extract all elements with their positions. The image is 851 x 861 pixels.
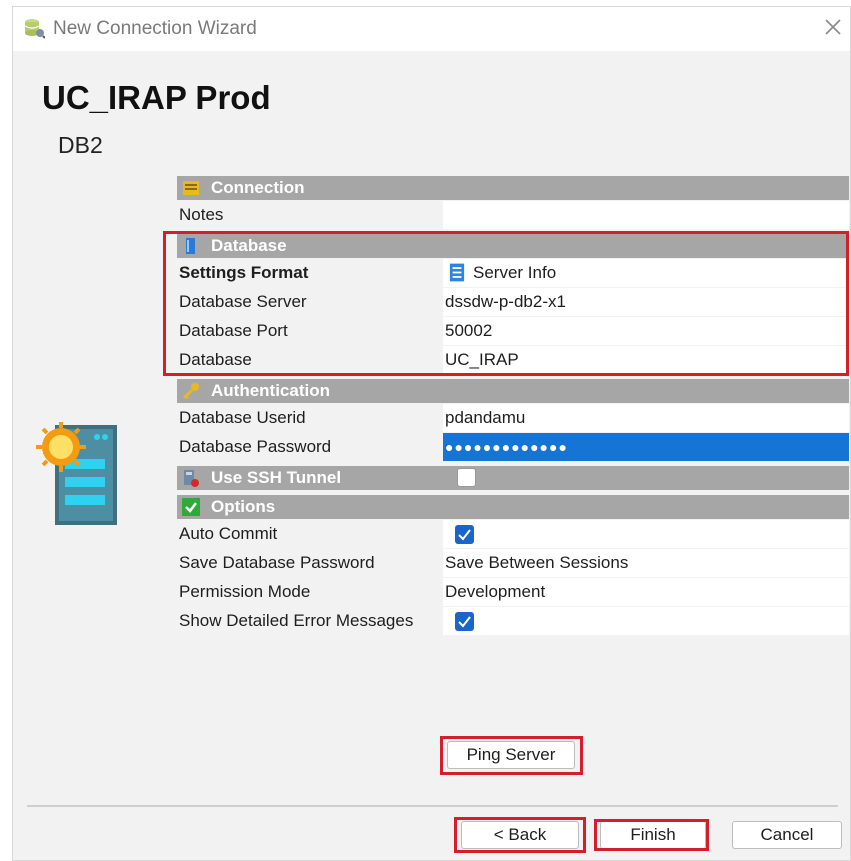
ssh-tunnel-icon bbox=[184, 470, 199, 487]
wizard-window: New Connection Wizard UC_IRAP Prod DB2 C… bbox=[12, 6, 851, 861]
window-title: New Connection Wizard bbox=[53, 18, 257, 39]
cancel-button[interactable]: Cancel bbox=[732, 821, 842, 849]
title-bar: New Connection Wizard bbox=[13, 7, 850, 51]
key-icon bbox=[182, 383, 199, 400]
auto-commit-cell bbox=[443, 520, 849, 548]
notes-icon bbox=[183, 181, 199, 195]
show-errors-cell bbox=[443, 607, 849, 635]
password-label: Database Password bbox=[179, 437, 332, 456]
ssh-tunnel-checkbox[interactable] bbox=[457, 468, 476, 487]
server-icon bbox=[36, 422, 117, 525]
section-options[interactable]: Options bbox=[177, 491, 849, 520]
database-type: DB2 bbox=[58, 132, 103, 158]
property-row-permission-mode: Permission Mode Development bbox=[177, 578, 849, 607]
database-section-highlight bbox=[163, 231, 849, 376]
database-wizard-icon bbox=[24, 19, 45, 39]
save-password-label: Save Database Password bbox=[179, 553, 375, 572]
ping-server-highlight bbox=[440, 736, 583, 775]
section-options-label: Options bbox=[211, 497, 276, 516]
auto-commit-label: Auto Commit bbox=[179, 524, 278, 543]
finish-button-highlight bbox=[594, 819, 709, 851]
userid-field[interactable]: pdandamu bbox=[443, 404, 849, 432]
save-password-field[interactable]: Save Between Sessions bbox=[443, 549, 849, 577]
auto-commit-checkbox[interactable] bbox=[455, 525, 474, 544]
permission-mode-label: Permission Mode bbox=[179, 582, 311, 601]
section-authentication-label: Authentication bbox=[211, 381, 330, 400]
close-icon[interactable] bbox=[822, 16, 844, 38]
userid-label: Database Userid bbox=[179, 408, 306, 427]
property-row-auto-commit: Auto Commit bbox=[177, 520, 849, 549]
property-row-userid: Database Userid pdandamu bbox=[177, 404, 849, 433]
section-connection[interactable]: Connection bbox=[177, 172, 849, 201]
section-ssh-label: Use SSH Tunnel bbox=[211, 468, 342, 487]
password-field[interactable]: ●●●●●●●●●●●●● bbox=[443, 433, 849, 461]
section-connection-label: Connection bbox=[211, 178, 305, 197]
connection-name: UC_IRAP Prod bbox=[42, 79, 271, 116]
footer-divider bbox=[27, 805, 838, 807]
property-row-save-password: Save Database Password Save Between Sess… bbox=[177, 549, 849, 578]
property-row-password: Database Password ●●●●●●●●●●●●● bbox=[177, 433, 849, 462]
section-authentication[interactable]: Authentication bbox=[177, 375, 849, 404]
notes-field[interactable] bbox=[443, 201, 849, 229]
show-errors-label: Show Detailed Error Messages bbox=[179, 611, 414, 630]
section-ssh-tunnel[interactable]: Use SSH Tunnel bbox=[177, 462, 849, 491]
permission-mode-field[interactable]: Development bbox=[443, 578, 849, 606]
property-row-notes: Notes bbox=[177, 201, 849, 230]
show-errors-checkbox[interactable] bbox=[455, 612, 474, 631]
notes-label: Notes bbox=[179, 205, 224, 224]
checkmark-icon bbox=[182, 498, 200, 516]
back-button-highlight bbox=[454, 817, 586, 853]
property-row-show-errors: Show Detailed Error Messages bbox=[177, 607, 849, 636]
